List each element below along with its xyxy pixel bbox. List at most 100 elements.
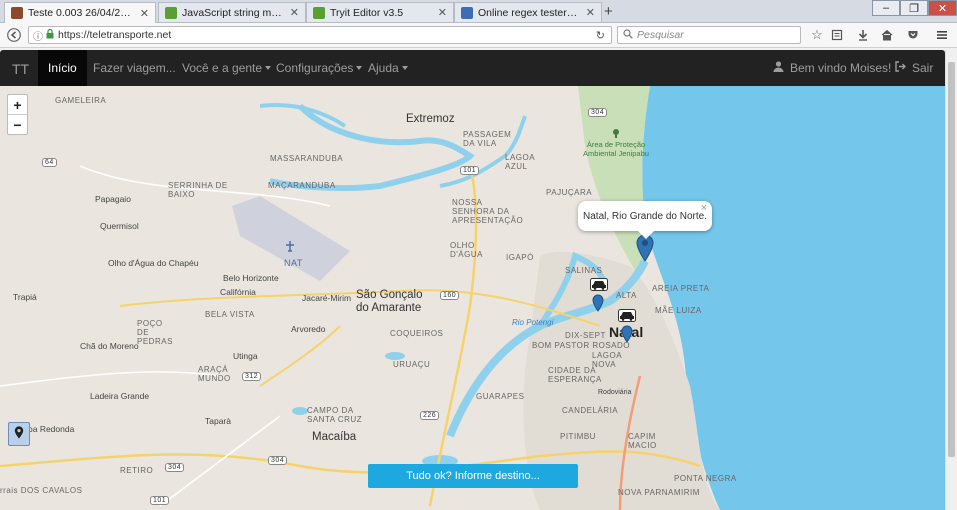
home-icon[interactable] xyxy=(878,26,896,44)
map-label: Califórnia xyxy=(220,287,256,297)
map-label: Quermisol xyxy=(100,221,139,231)
user-icon xyxy=(773,61,784,75)
pocket-icon[interactable] xyxy=(904,26,922,44)
nav-item-configuracoes[interactable]: Configurações xyxy=(266,50,372,86)
brand-logo[interactable]: TT xyxy=(12,61,29,77)
nav-item-ajuda[interactable]: Ajuda xyxy=(358,50,418,86)
map-label: CIDADE DA ESPERANÇA xyxy=(548,366,602,384)
road-shield: 304 xyxy=(165,463,185,472)
browser-tab[interactable]: JavaScript string match () ... ✕ xyxy=(158,2,306,22)
address-bar[interactable]: ⓘ https://teletransporte.net ↻ xyxy=(28,26,612,44)
airport-label: NAT xyxy=(284,258,303,268)
nav-item-voce-e-a-gente[interactable]: Você e a gente xyxy=(172,50,281,86)
browser-tab[interactable]: Online regex tester and de... ✕ xyxy=(454,2,602,22)
map-label: MAÇARANDUBA xyxy=(268,181,336,190)
map-label: CAPIM MACIO xyxy=(628,432,657,450)
map-label: ALTA xyxy=(616,291,637,300)
map-label: URUAÇU xyxy=(393,360,431,369)
popup-close-button[interactable]: × xyxy=(701,202,707,214)
map-label: PASSAGEM DA VILA xyxy=(463,130,512,148)
library-icon[interactable] xyxy=(828,26,846,44)
tab-label: Tryit Editor v3.5 xyxy=(330,6,404,19)
url-text: https://teletransporte.net xyxy=(58,29,172,41)
map-label: Rodoviária xyxy=(598,389,632,396)
map-label: PITIMBU xyxy=(560,432,596,441)
locate-me-button[interactable] xyxy=(8,422,30,446)
close-icon[interactable]: ✕ xyxy=(140,7,149,20)
search-icon xyxy=(623,28,633,42)
reload-icon[interactable]: ↻ xyxy=(596,29,605,42)
minimize-button[interactable]: – xyxy=(872,0,900,16)
zoom-control: + − xyxy=(7,94,28,135)
map-label: MÃE LUIZA xyxy=(655,306,702,315)
map-label: SALINAS xyxy=(565,266,603,275)
map-label: IGAPÓ xyxy=(506,253,534,262)
nav-item-inicio[interactable]: Início xyxy=(38,50,87,86)
map-graphics xyxy=(0,86,945,510)
app-navbar: TT Início Fazer viagem... Você e a gente… xyxy=(0,50,945,86)
road-shield: 101 xyxy=(460,166,480,175)
back-arrow-icon[interactable] xyxy=(5,26,23,44)
nav-item-label: Fazer viagem... xyxy=(93,61,176,75)
caret-down-icon xyxy=(401,66,408,70)
map-label: rrais DOS CAVALOS xyxy=(0,486,83,495)
close-icon[interactable]: ✕ xyxy=(586,6,595,19)
destination-button[interactable]: Tudo ok? Informe destino... xyxy=(368,464,578,488)
close-window-button[interactable]: ✕ xyxy=(928,0,957,16)
zoom-out-button[interactable]: − xyxy=(8,114,27,134)
download-icon[interactable] xyxy=(854,26,872,44)
map-label: Jacaré-Mirim xyxy=(302,293,352,303)
logout-icon xyxy=(895,61,906,75)
map-label: NOVA PARNAMIRIM xyxy=(618,488,700,497)
page-scrollbar[interactable] xyxy=(945,50,957,510)
browser-tab[interactable]: Tryit Editor v3.5 ✕ xyxy=(306,2,454,22)
scrollbar-thumb[interactable] xyxy=(948,62,955,457)
map-canvas[interactable]: GAMELEIRA Extremoz PASSAGEM DA VILA MASS… xyxy=(0,86,945,510)
map-label: CAMPO DA SANTA CRUZ xyxy=(307,406,363,424)
browser-tab-strip: Teste 0.003 26/04/2018 - Pa... ✕ JavaScr… xyxy=(0,0,957,23)
map-label: AREIA PRETA xyxy=(652,284,710,293)
map-label: Olho d'Água do Chapéu xyxy=(108,258,199,268)
browser-search-input[interactable]: Pesquisar xyxy=(617,26,801,44)
search-placeholder: Pesquisar xyxy=(637,29,684,41)
browser-toolbar: ⓘ https://teletransporte.net ↻ Pesquisar… xyxy=(0,23,957,48)
zoom-in-button[interactable]: + xyxy=(8,95,27,114)
popup-text: Natal, Rio Grande do Norte. xyxy=(583,210,707,222)
tab-favicon-icon xyxy=(313,6,325,19)
map-label: COQUEIROS xyxy=(390,329,444,338)
map-marker-icon xyxy=(14,426,24,442)
map-label: GAMELEIRA xyxy=(55,96,107,105)
browser-tab-active[interactable]: Teste 0.003 26/04/2018 - Pa... ✕ xyxy=(4,2,156,23)
tab-label: Teste 0.003 26/04/2018 - Pa... xyxy=(28,7,134,19)
map-label: GUARAPES xyxy=(476,392,525,401)
map-label: Belo Horizonte xyxy=(223,273,279,283)
nav-welcome-user[interactable]: Bem vindo Moises! xyxy=(763,50,901,86)
map-label: Macaíba xyxy=(312,431,357,443)
map-label: Trapiá xyxy=(13,292,37,302)
map-label: Arvoredo xyxy=(291,324,326,334)
river-label: Rio Potengi xyxy=(512,318,554,327)
map-label: PONTA NEGRA xyxy=(674,474,737,483)
map-label: Papagaio xyxy=(95,194,131,204)
nav-item-label: Você e a gente xyxy=(182,61,263,75)
tab-favicon-icon xyxy=(461,6,473,19)
tab-favicon-icon xyxy=(165,6,177,19)
logout-link[interactable]: Sair xyxy=(885,50,943,86)
new-tab-button[interactable]: + xyxy=(604,3,613,20)
road-shield: 312 xyxy=(242,372,262,381)
map-label: LAGOA AZUL xyxy=(505,153,535,171)
map-label: MASSARANDUBA xyxy=(270,154,344,163)
close-icon[interactable]: ✕ xyxy=(438,6,447,19)
close-icon[interactable]: ✕ xyxy=(290,6,299,19)
road-shield: 64 xyxy=(42,158,57,167)
info-icon[interactable]: ⓘ xyxy=(33,28,43,43)
maximize-button[interactable]: ❐ xyxy=(900,0,928,16)
tab-label: JavaScript string match () ... xyxy=(182,6,284,19)
nav-item-fazer-viagem[interactable]: Fazer viagem... xyxy=(83,50,186,86)
map-label: NOSSA SENHORA DA APRESENTAÇÃO xyxy=(452,198,524,225)
bookmark-star-icon[interactable]: ☆ xyxy=(808,26,826,44)
park-label: Área de Proteção Ambiental Jenipabu xyxy=(583,140,649,158)
map-label: Utinga xyxy=(233,351,258,361)
map-label: CANDELÁRIA xyxy=(562,406,619,415)
menu-hamburger-icon[interactable] xyxy=(933,26,951,44)
